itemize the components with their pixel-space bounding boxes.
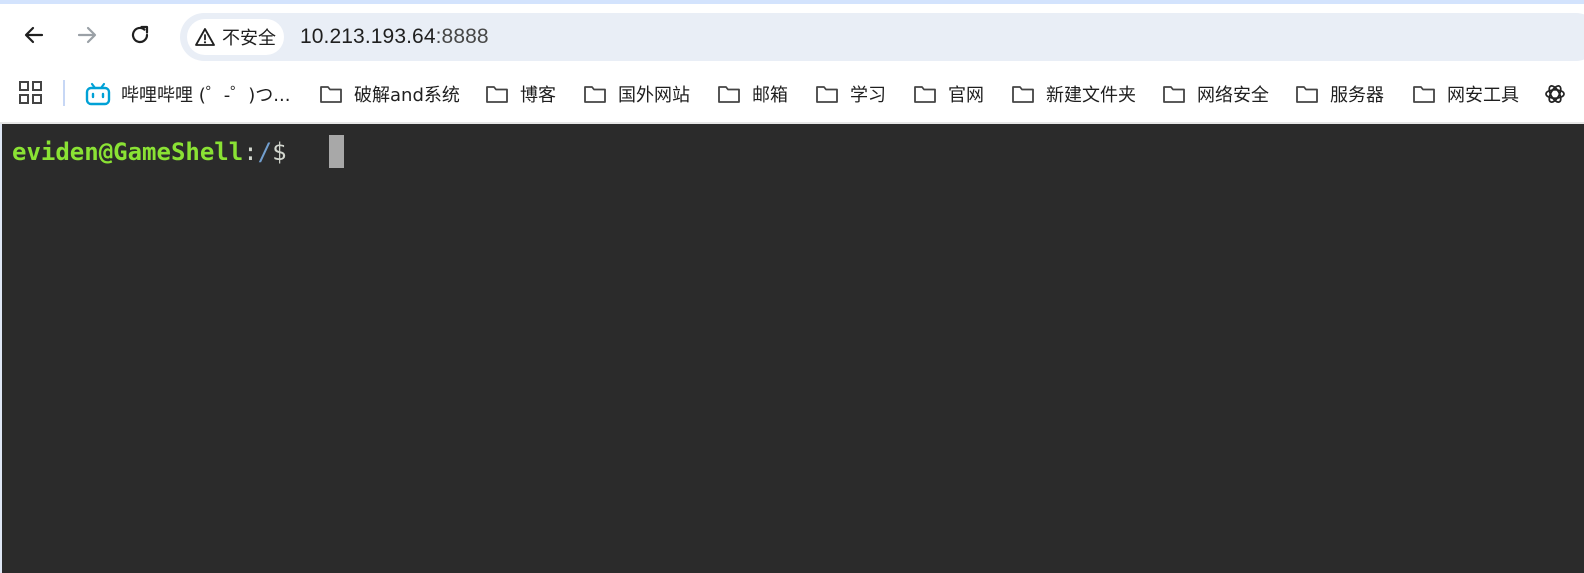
folder-icon <box>912 83 938 105</box>
browser-toolbar: 不安全 10.213.193.64:8888 <box>0 4 1584 66</box>
bookmark-folder[interactable]: 国外网站 <box>582 79 690 109</box>
bookmark-label: 国外网站 <box>618 85 690 106</box>
url-port: :8888 <box>435 25 489 48</box>
bookmark-label: 服务器 <box>1330 85 1384 106</box>
bookmark-label: 新建文件夹 <box>1046 85 1136 106</box>
bookmark-folder[interactable]: 新建文件夹 <box>1010 79 1136 109</box>
security-chip[interactable]: 不安全 <box>187 19 284 55</box>
bookmark-folder[interactable]: 破解and系统 <box>318 79 460 109</box>
url-host: 10.213.193.64 <box>300 25 436 48</box>
bookmarks-separator <box>63 80 65 106</box>
folder-icon <box>1294 83 1320 105</box>
window-left-edge <box>0 124 2 573</box>
bookmark-folder[interactable]: 网络安全 <box>1161 79 1269 109</box>
bookmark-folder[interactable]: 网安工具 <box>1411 79 1519 109</box>
terminal-cursor <box>329 135 344 168</box>
bookmarks-bar: 哔哩哔哩 (゜-゜)つ... 破解and系统 博客 国外网站 邮箱 学习 官网 … <box>0 66 1584 122</box>
forward-button[interactable] <box>70 18 104 52</box>
url-text[interactable]: 10.213.193.64:8888 <box>300 25 489 49</box>
folder-icon <box>814 83 840 105</box>
folder-icon <box>484 83 510 105</box>
folder-icon <box>1010 83 1036 105</box>
folder-icon <box>582 83 608 105</box>
bookmark-label: 官网 <box>948 85 984 106</box>
arrow-right-icon <box>77 26 97 44</box>
bookmark-label: 网安工具 <box>1447 85 1519 106</box>
terminal[interactable]: eviden@GameShell:/$ <box>0 124 1584 573</box>
bookmark-folder[interactable]: 学习 <box>814 79 886 109</box>
folder-icon <box>318 83 344 105</box>
prompt-user-host: eviden@GameShell <box>12 138 244 166</box>
folder-icon <box>716 83 742 105</box>
prompt-dollar: $ <box>272 138 287 166</box>
bookmark-bilibili[interactable]: 哔哩哔哩 (゜-゜)つ... <box>85 79 290 109</box>
security-label: 不安全 <box>222 28 276 49</box>
folder-icon <box>1411 83 1437 105</box>
bookmark-label: 网络安全 <box>1197 85 1269 106</box>
bookmark-folder[interactable]: 服务器 <box>1294 79 1384 109</box>
bookmark-label: 破解and系统 <box>354 85 460 106</box>
bilibili-icon <box>85 82 111 106</box>
prompt-colon: : <box>243 138 258 166</box>
terminal-prompt: eviden@GameShell:/$ <box>12 138 287 166</box>
openai-icon <box>1542 83 1568 105</box>
bookmark-folder[interactable]: 博客 <box>484 79 556 109</box>
reload-icon <box>131 25 149 44</box>
bookmark-label: 学习 <box>850 85 886 106</box>
bookmark-label: 哔哩哔哩 (゜-゜)つ... <box>121 85 291 106</box>
apps-grid-icon[interactable] <box>18 80 44 106</box>
bookmark-openai[interactable] <box>1542 79 1578 109</box>
back-button[interactable] <box>17 18 51 52</box>
reload-button[interactable] <box>123 18 157 52</box>
bookmark-label: 博客 <box>520 85 556 106</box>
address-bar[interactable]: 不安全 10.213.193.64:8888 <box>180 13 1584 61</box>
warning-icon <box>194 26 216 48</box>
bookmark-folder[interactable]: 官网 <box>912 79 984 109</box>
bookmark-folder[interactable]: 邮箱 <box>716 79 788 109</box>
bookmark-label: 邮箱 <box>752 85 788 106</box>
folder-icon <box>1161 83 1187 105</box>
prompt-path: / <box>257 138 273 166</box>
arrow-left-icon <box>24 26 44 44</box>
